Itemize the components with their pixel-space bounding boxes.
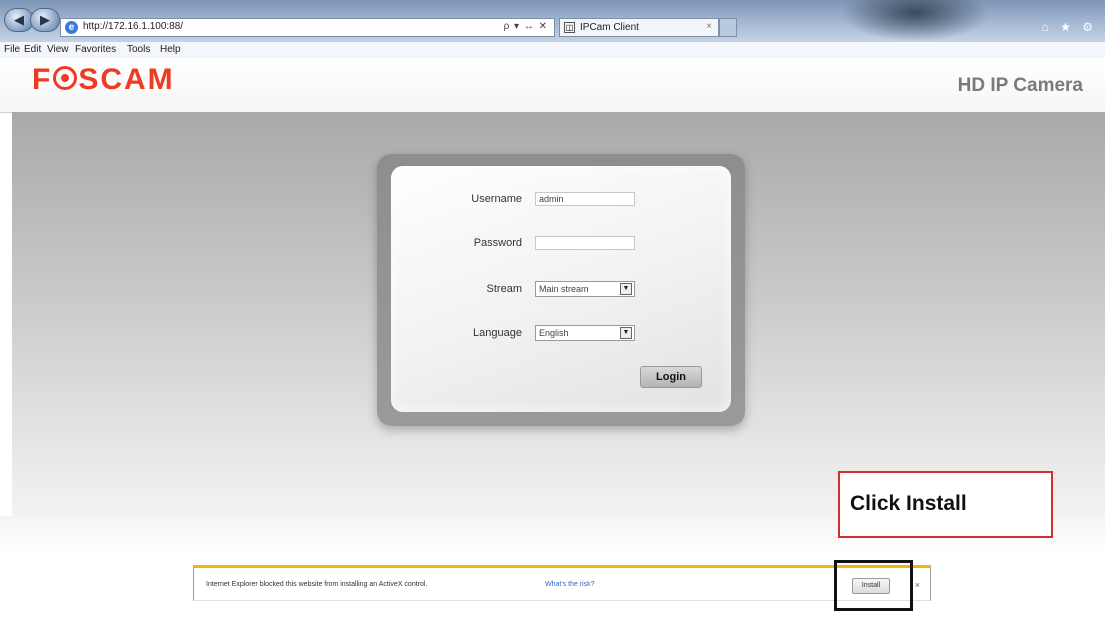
chevron-down-icon[interactable]: ▼: [620, 283, 632, 295]
infobar-close-button[interactable]: ×: [915, 580, 920, 590]
menu-file[interactable]: File: [4, 44, 20, 55]
tab-favicon-icon: ◫: [564, 22, 575, 33]
menu-help[interactable]: Help: [160, 44, 181, 55]
infobar-risk-link[interactable]: What's the risk?: [545, 581, 595, 588]
title-bar-decoration: [840, 0, 990, 42]
menu-tools[interactable]: Tools: [127, 44, 150, 55]
language-value: English: [539, 328, 569, 338]
password-label: Password: [473, 237, 522, 249]
tab-title: IPCam Client: [580, 22, 639, 33]
password-input[interactable]: [535, 236, 635, 250]
login-button[interactable]: Login: [640, 366, 702, 388]
chevron-down-icon[interactable]: ▼: [620, 327, 632, 339]
logo-lens-icon: [53, 66, 78, 90]
menu-view[interactable]: View: [47, 44, 69, 55]
stream-label: Stream: [486, 283, 522, 295]
browser-toolbar-icons[interactable]: ⌂ ★ ⚙: [1042, 20, 1097, 34]
address-bar[interactable]: e http://172.16.1.100:88/ ρ ▾ ↔ ✕: [60, 18, 555, 37]
activex-information-bar: Internet Explorer blocked this website f…: [193, 565, 931, 601]
infobar-message: Internet Explorer blocked this website f…: [206, 581, 428, 588]
product-title: HD IP Camera: [957, 75, 1083, 96]
back-icon: ◀: [14, 12, 24, 27]
forward-icon: ▶: [40, 12, 50, 27]
install-highlight-box: [834, 560, 913, 611]
username-label: Username: [471, 193, 522, 205]
stream-select[interactable]: Main stream ▼: [535, 281, 635, 297]
new-tab-button[interactable]: [719, 18, 737, 37]
address-url[interactable]: http://172.16.1.100:88/: [83, 21, 183, 32]
forward-button[interactable]: ▶: [30, 8, 60, 32]
language-label: Language: [473, 327, 522, 339]
menu-favorites[interactable]: Favorites: [75, 44, 116, 55]
menu-bar: File Edit View Favorites Tools Help: [0, 42, 1105, 59]
language-select[interactable]: English ▼: [535, 325, 635, 341]
tab-close-button[interactable]: ×: [706, 21, 712, 32]
page-header: F SCAM HD IP Camera: [0, 58, 1105, 113]
browser-tab[interactable]: ◫ IPCam Client ×: [559, 18, 719, 37]
click-install-callout: Click Install: [838, 471, 1053, 538]
menu-edit[interactable]: Edit: [24, 44, 41, 55]
foscam-logo: F SCAM: [32, 63, 175, 96]
browser-title-bar: ◀ ▶ e http://172.16.1.100:88/ ρ ▾ ↔ ✕ ◫ …: [0, 0, 1105, 42]
username-input[interactable]: admin: [535, 192, 635, 206]
ie-page-icon: e: [65, 21, 78, 34]
stream-value: Main stream: [539, 284, 589, 294]
callout-text: Click Install: [850, 492, 967, 515]
address-actions[interactable]: ρ ▾ ↔ ✕: [504, 21, 548, 32]
